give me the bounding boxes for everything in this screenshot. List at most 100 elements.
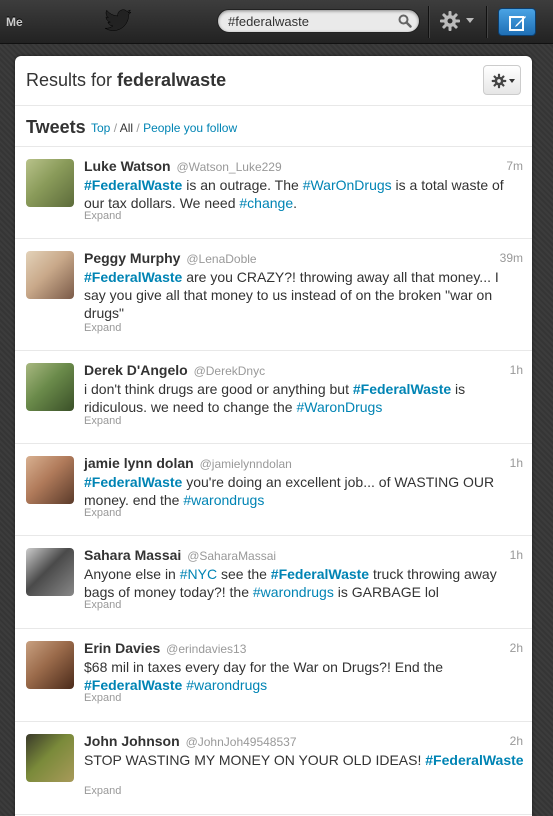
hashtag-link[interactable]: #change [239,195,293,211]
tweet-item[interactable]: Luke Watson @Watson_Luke229 7m #FederalWas… [15,147,532,239]
expand-link[interactable]: Expand [84,599,121,611]
tweet-fullname[interactable]: Erin Davies [84,640,160,656]
tweet-list: Luke Watson @Watson_Luke229 7m #FederalWas… [15,147,532,815]
search-actions-button[interactable] [483,65,521,95]
tweet-timestamp[interactable]: 7m [506,159,523,173]
avatar[interactable] [26,456,74,504]
avatar[interactable] [26,641,74,689]
filter-all[interactable]: All [120,121,133,135]
hashtag-link[interactable]: #warondrugs [183,492,264,508]
tweet-text: #FederalWaste is an outrage. The #WarOnD… [84,176,524,212]
chevron-down-icon [509,79,515,83]
filter-top[interactable]: Top [91,121,110,135]
tweet-text-segment: i don't think drugs are good or anything… [84,381,353,397]
tweet-fullname[interactable]: John Johnson [84,733,180,749]
tweet-username[interactable]: @Watson_Luke229 [177,160,282,174]
tweet-text: #FederalWaste you're doing an excellent … [84,473,524,509]
tweet-item[interactable]: jamie lynn dolan @jamielynndolan 1h #Feder… [15,444,532,536]
tweet-text: #FederalWaste are you CRAZY?! throwing a… [84,268,524,322]
tweet-fullname[interactable]: Sahara Massai [84,547,181,563]
hashtag-link[interactable]: #FederalWaste [84,677,182,693]
avatar[interactable] [26,734,74,782]
search-box[interactable] [217,9,420,33]
tweet-text: i don't think drugs are good or anything… [84,380,524,416]
tweet-header: John Johnson @JohnJoh49548537 [84,733,297,749]
tweet-username[interactable]: @SaharaMassai [187,549,276,563]
filter-separator: / [110,121,120,135]
compose-icon [509,16,526,31]
avatar[interactable] [26,363,74,411]
top-navigation-bar: Me [0,0,553,44]
hashtag-link[interactable]: #FederalWaste [84,177,182,193]
tweet-fullname[interactable]: Derek D'Angelo [84,362,188,378]
filter-separator: / [133,121,144,135]
tweet-timestamp[interactable]: 1h [510,363,523,377]
hashtag-link[interactable]: #FederalWaste [271,566,369,582]
hashtag-link[interactable]: #NYC [180,566,217,582]
tweet-header: Peggy Murphy @LenaDoble [84,250,257,266]
tweet-fullname[interactable]: Luke Watson [84,158,171,174]
chevron-down-icon [466,18,474,23]
expand-link[interactable]: Expand [84,692,121,704]
hashtag-link[interactable]: #FederalWaste [84,269,182,285]
tweet-text-segment: Anyone else in [84,566,180,582]
me-link[interactable]: Me [6,15,23,29]
tweet-header: Derek D'Angelo @DerekDnyc [84,362,265,378]
tweet-timestamp[interactable]: 2h [510,641,523,655]
settings-menu-button[interactable] [439,10,477,32]
avatar[interactable] [26,159,74,207]
tweet-fullname[interactable]: Peggy Murphy [84,250,180,266]
tweet-text-segment: is GARBAGE lol [333,584,439,600]
hashtag-link[interactable]: #FederalWaste [84,474,182,490]
search-input[interactable] [228,13,388,29]
results-header: Results for federalwaste [15,56,532,106]
page-title: Results for federalwaste [26,70,226,91]
expand-link[interactable]: Expand [84,507,121,519]
tweet-text-segment: is an outrage. The [182,177,303,193]
expand-link[interactable]: Expand [84,785,121,797]
tweet-header: Luke Watson @Watson_Luke229 [84,158,282,174]
tweet-username[interactable]: @erindavies13 [166,642,246,656]
tweet-timestamp[interactable]: 1h [510,548,523,562]
avatar[interactable] [26,548,74,596]
hashtag-link[interactable]: #FederalWaste [353,381,451,397]
tweet-text: $68 mil in taxes every day for the War o… [84,658,524,694]
hashtag-link[interactable]: #WarOnDrugs [303,177,392,193]
tweet-header: Sahara Massai @SaharaMassai [84,547,276,563]
tweet-username[interactable]: @LenaDoble [186,252,256,266]
avatar[interactable] [26,251,74,299]
expand-link[interactable]: Expand [84,210,121,222]
tweet-fullname[interactable]: jamie lynn dolan [84,455,194,471]
tweet-username[interactable]: @DerekDnyc [194,364,266,378]
tweet-username[interactable]: @JohnJoh49548537 [186,735,297,749]
hashtag-link[interactable]: #WaronDrugs [296,399,382,415]
search-icon[interactable] [398,14,412,28]
hashtag-link[interactable]: #warondrugs [186,677,267,693]
expand-link[interactable]: Expand [84,415,121,427]
tweet-item[interactable]: Peggy Murphy @LenaDoble 39m #FederalWaste … [15,239,532,351]
tweet-text-segment: STOP WASTING MY MONEY ON YOUR OLD IDEAS! [84,752,426,768]
tweet-item[interactable]: Erin Davies @erindavies13 2h $68 mil in ta… [15,629,532,722]
tweet-item[interactable]: John Johnson @JohnJoh49548537 2h STOP WAST… [15,722,532,815]
tweets-heading: Tweets [26,117,86,137]
tweet-timestamp[interactable]: 2h [510,734,523,748]
stream-header: Tweets Top / All / People you follow [15,106,532,147]
results-prefix: Results for [26,70,118,90]
filter-people-you-follow[interactable]: People you follow [143,121,237,135]
tweet-timestamp[interactable]: 1h [510,456,523,470]
results-query: federalwaste [117,70,227,90]
tweet-username[interactable]: @jamielynndolan [200,457,292,471]
tweet-text-segment: $68 mil in taxes every day for the War o… [84,659,443,675]
tweet-text: Anyone else in #NYC see the #FederalWast… [84,565,524,601]
hashtag-link[interactable]: #FederalWaste [425,752,523,768]
tweet-timestamp[interactable]: 39m [500,251,523,265]
stream-filters: Top / All / People you follow [91,121,237,135]
search-results-panel: Results for federalwaste Tweets Top / Al… [15,56,532,816]
hashtag-link[interactable]: #warondrugs [253,584,334,600]
compose-tweet-button[interactable] [498,8,536,36]
nav-divider [428,6,429,38]
twitter-bird-icon[interactable] [104,9,132,33]
expand-link[interactable]: Expand [84,322,121,334]
tweet-item[interactable]: Sahara Massai @SaharaMassai 1h Anyone else… [15,536,532,629]
tweet-item[interactable]: Derek D'Angelo @DerekDnyc 1h i don't think… [15,351,532,444]
